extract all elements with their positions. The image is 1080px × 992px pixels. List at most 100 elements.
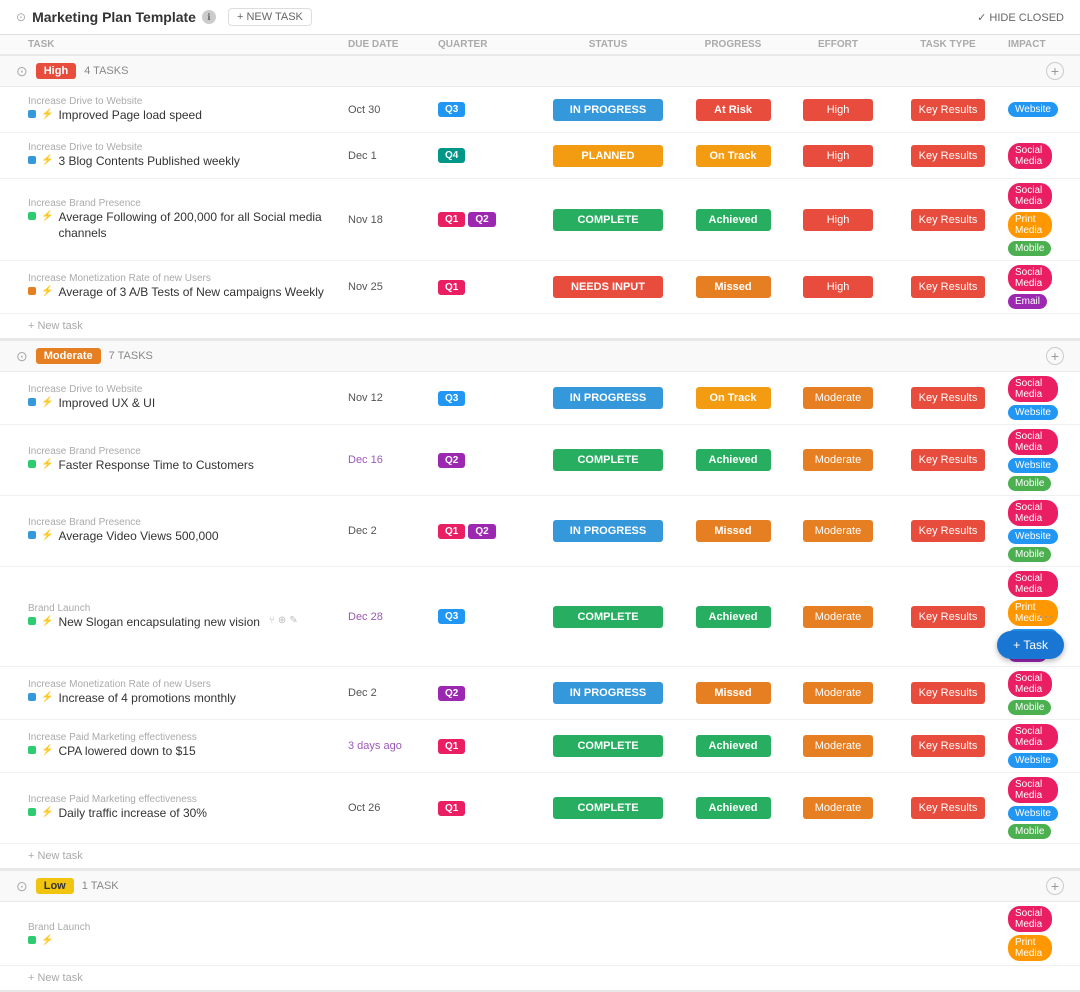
effort-badge[interactable]: Moderate (803, 682, 873, 704)
progress-badge[interactable]: On Track (696, 145, 771, 167)
task-name[interactable]: Average of 3 A/B Tests of New campaigns … (58, 285, 323, 301)
progress-badge[interactable]: Missed (696, 520, 771, 542)
status-badge[interactable]: COMPLETE (553, 606, 663, 628)
task-name[interactable]: Increase of 4 promotions monthly (58, 691, 235, 707)
progress-badge[interactable]: Achieved (696, 449, 771, 471)
impact-tag[interactable]: Social Media (1008, 265, 1052, 291)
status-badge[interactable]: IN PROGRESS (553, 99, 663, 121)
effort-badge[interactable]: Moderate (803, 387, 873, 409)
impact-tag[interactable]: Mobile (1008, 476, 1051, 491)
impact-tag[interactable]: Social Media (1008, 429, 1058, 455)
quarter-tag[interactable]: Q1 (438, 212, 465, 227)
progress-badge[interactable]: On Track (696, 387, 771, 409)
status-badge[interactable]: COMPLETE (553, 735, 663, 757)
impact-tag[interactable]: Print Media (1008, 935, 1052, 961)
impact-tag[interactable]: Social Media (1008, 376, 1058, 402)
status-badge[interactable]: IN PROGRESS (553, 387, 663, 409)
edit-icon[interactable]: ✎ (289, 615, 297, 626)
effort-badge[interactable]: Moderate (803, 735, 873, 757)
group-toggle-moderate[interactable]: ⊙ (16, 348, 28, 365)
quarter-tag[interactable]: Q1 (438, 524, 465, 539)
quarter-tag[interactable]: Q2 (468, 524, 495, 539)
task-name[interactable]: CPA lowered down to $15 (58, 744, 195, 760)
task-type-badge[interactable]: Key Results (911, 99, 986, 121)
new-task-button[interactable]: + NEW TASK (228, 8, 312, 26)
quarter-tag[interactable]: Q4 (438, 148, 465, 163)
task-actions[interactable]: ⑂⊕✎ (269, 615, 298, 626)
task-type-badge[interactable]: Key Results (911, 387, 986, 409)
impact-tag[interactable]: Website (1008, 102, 1058, 117)
quarter-tag[interactable]: Q1 (438, 801, 465, 816)
progress-badge[interactable]: Achieved (696, 735, 771, 757)
impact-tag[interactable]: Mobile (1008, 824, 1051, 839)
task-type-badge[interactable]: Key Results (911, 682, 986, 704)
task-type-badge[interactable]: Key Results (911, 735, 986, 757)
progress-badge[interactable]: Achieved (696, 797, 771, 819)
impact-tag[interactable]: Mobile (1008, 547, 1051, 562)
group-toggle-high[interactable]: ⊙ (16, 63, 28, 80)
hide-closed-button[interactable]: ✓ HIDE CLOSED (977, 11, 1064, 24)
progress-badge[interactable]: Achieved (696, 209, 771, 231)
task-name[interactable]: Improved Page load speed (58, 108, 201, 124)
effort-badge[interactable]: High (803, 145, 873, 167)
effort-badge[interactable]: Moderate (803, 606, 873, 628)
impact-tag[interactable]: Print Media (1008, 212, 1052, 238)
status-badge[interactable]: COMPLETE (553, 209, 663, 231)
quarter-tag[interactable]: Q1 (438, 280, 465, 295)
status-badge[interactable]: PLANNED (553, 145, 663, 167)
group-add-icon-high[interactable]: + (1046, 62, 1064, 80)
task-name[interactable]: Daily traffic increase of 30% (58, 806, 207, 822)
impact-tag[interactable]: Social Media (1008, 777, 1058, 803)
group-add-icon-low[interactable]: + (1046, 877, 1064, 895)
group-add-icon-moderate[interactable]: + (1046, 347, 1064, 365)
effort-badge[interactable]: Moderate (803, 449, 873, 471)
quarter-tag[interactable]: Q3 (438, 102, 465, 117)
impact-tag[interactable]: Website (1008, 753, 1058, 768)
status-badge[interactable]: IN PROGRESS (553, 520, 663, 542)
task-name[interactable]: Average Video Views 500,000 (58, 529, 218, 545)
effort-badge[interactable]: High (803, 99, 873, 121)
info-icon[interactable]: ℹ (202, 10, 216, 24)
new-task-row[interactable]: + New task (0, 314, 1080, 340)
task-type-badge[interactable]: Key Results (911, 520, 986, 542)
task-name[interactable]: New Slogan encapsulating new vision (58, 615, 259, 631)
quarter-tag[interactable]: Q3 (438, 391, 465, 406)
new-task-row[interactable]: + New task (0, 966, 1080, 992)
quarter-tag[interactable]: Q2 (468, 212, 495, 227)
subtask-icon[interactable]: ⑂ (269, 615, 275, 626)
new-task-row[interactable]: + New task (0, 844, 1080, 870)
effort-badge[interactable]: Moderate (803, 520, 873, 542)
impact-tag[interactable]: Social Media (1008, 500, 1058, 526)
progress-badge[interactable]: Achieved (696, 606, 771, 628)
task-name[interactable]: Average Following of 200,000 for all Soc… (58, 210, 348, 241)
impact-tag[interactable]: Email (1008, 294, 1047, 309)
impact-tag[interactable]: Website (1008, 405, 1058, 420)
task-type-badge[interactable]: Key Results (911, 449, 986, 471)
impact-tag[interactable]: Social Media (1008, 183, 1052, 209)
impact-tag[interactable]: Mobile (1008, 241, 1051, 256)
status-badge[interactable]: NEEDS INPUT (553, 276, 663, 298)
progress-badge[interactable]: At Risk (696, 99, 771, 121)
status-badge[interactable]: COMPLETE (553, 449, 663, 471)
impact-tag[interactable]: Social Media (1008, 906, 1052, 932)
effort-badge[interactable]: High (803, 276, 873, 298)
quarter-tag[interactable]: Q3 (438, 609, 465, 624)
impact-tag[interactable]: Website (1008, 458, 1058, 473)
group-toggle-low[interactable]: ⊙ (16, 878, 28, 895)
task-name[interactable]: Improved UX & UI (58, 396, 155, 412)
task-type-badge[interactable]: Key Results (911, 797, 986, 819)
impact-tag[interactable]: Website (1008, 806, 1058, 821)
task-type-badge[interactable]: Key Results (911, 209, 986, 231)
quarter-tag[interactable]: Q2 (438, 686, 465, 701)
new-task-fab[interactable]: + Task (997, 631, 1064, 659)
task-type-badge[interactable]: Key Results (911, 276, 986, 298)
progress-badge[interactable]: Missed (696, 276, 771, 298)
link-icon[interactable]: ⊕ (278, 615, 286, 626)
impact-tag[interactable]: Website (1008, 529, 1058, 544)
task-type-badge[interactable]: Key Results (911, 606, 986, 628)
task-type-badge[interactable]: Key Results (911, 145, 986, 167)
progress-badge[interactable]: Missed (696, 682, 771, 704)
task-name[interactable]: Faster Response Time to Customers (58, 458, 253, 474)
task-name[interactable]: 3 Blog Contents Published weekly (58, 154, 239, 170)
status-badge[interactable]: COMPLETE (553, 797, 663, 819)
